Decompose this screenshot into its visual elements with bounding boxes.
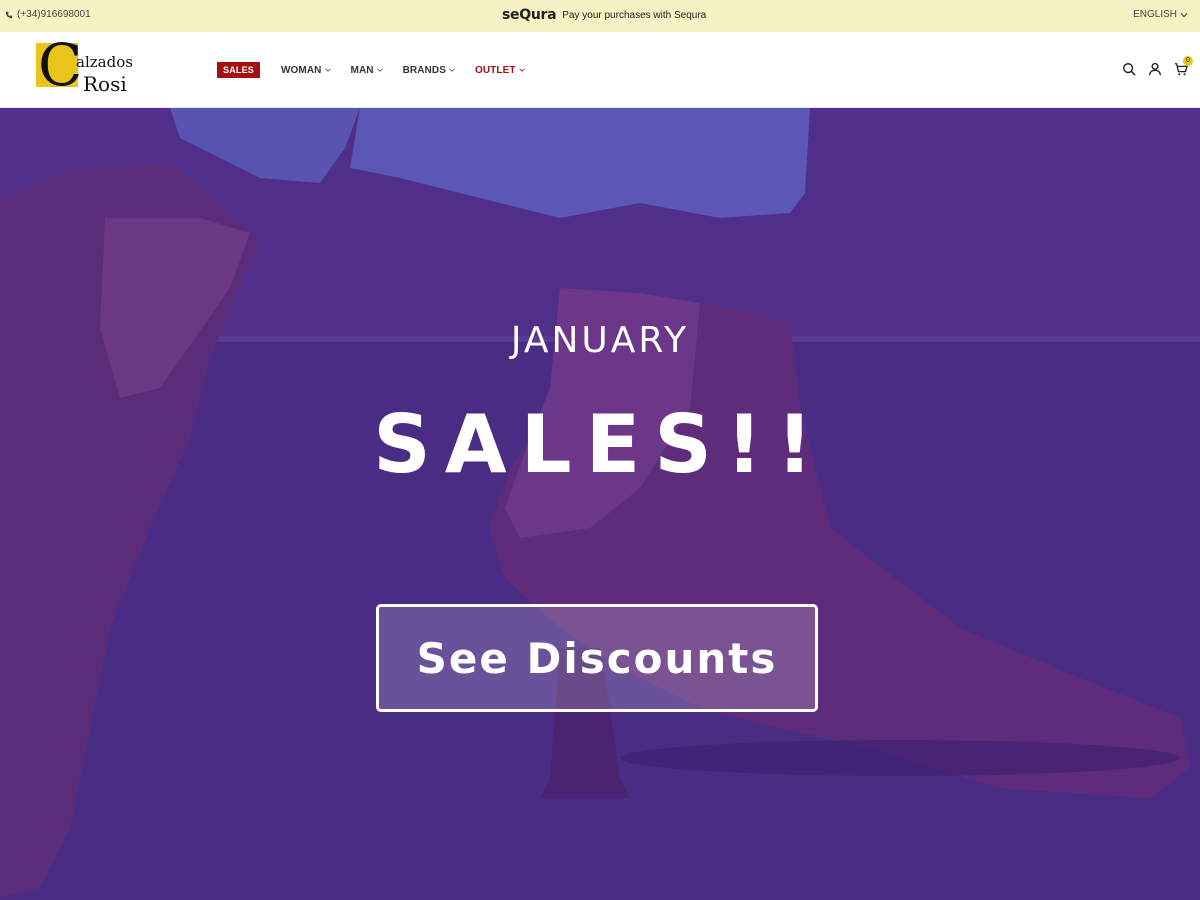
cart-count-badge: 0 <box>1183 56 1193 66</box>
search-icon <box>1123 63 1136 76</box>
site-logo[interactable]: C alzados Rosi <box>36 36 133 100</box>
hero-subtitle: JANUARY <box>510 320 690 361</box>
chevron-down-icon <box>1180 12 1188 17</box>
nav-item-label: OUTLET <box>474 64 516 76</box>
top-announcement-bar: (+34)916698001 seQura Pay your purchases… <box>0 0 1200 32</box>
nav-item-label: BRANDS <box>402 64 446 76</box>
cart-button[interactable]: 0 <box>1174 56 1193 76</box>
sequra-logo: seQura <box>502 7 557 23</box>
user-icon <box>1149 62 1161 76</box>
search-button[interactable] <box>1122 62 1136 76</box>
logo-word-2: Rosi <box>83 72 127 96</box>
hero-title: SALES!! <box>373 398 827 491</box>
hero-banner[interactable]: JANUARY SALES!! See Discounts <box>0 108 1200 900</box>
chevron-down-icon <box>449 68 455 72</box>
chevron-down-icon <box>518 68 525 72</box>
nav-item-man[interactable]: MAN <box>351 65 383 76</box>
language-label: ENGLISH <box>1133 9 1177 20</box>
sequra-promo-text: Pay your purchases with Sequra <box>562 9 707 21</box>
nav-item-brands[interactable]: BRANDS <box>403 65 455 76</box>
sequra-promo[interactable]: seQura Pay your purchases with Sequra <box>502 7 706 23</box>
account-button[interactable] <box>1148 62 1162 76</box>
chevron-down-icon <box>376 68 383 72</box>
phone-contact[interactable]: (+34)916698001 <box>5 9 91 20</box>
nav-item-label: WOMAN <box>281 64 322 76</box>
main-nav: SALES WOMAN MAN BRANDS OUTLET <box>217 62 545 78</box>
nav-item-label: MAN <box>350 64 374 76</box>
chevron-down-icon <box>324 68 331 72</box>
site-header: C alzados Rosi SALES WOMAN MAN BRANDS OU… <box>0 32 1200 108</box>
nav-sales[interactable]: SALES <box>217 62 261 78</box>
nav-item-outlet[interactable]: OUTLET <box>475 65 525 76</box>
see-discounts-button[interactable]: See Discounts <box>376 604 818 712</box>
language-selector[interactable]: ENGLISH <box>1133 9 1188 20</box>
phone-icon <box>5 11 13 18</box>
logo-word-1: alzados <box>76 53 133 71</box>
nav-item-woman[interactable]: WOMAN <box>281 65 331 76</box>
header-actions: 0 <box>1122 56 1193 76</box>
phone-number: (+34)916698001 <box>17 9 91 20</box>
hero-background-image <box>0 108 1200 900</box>
